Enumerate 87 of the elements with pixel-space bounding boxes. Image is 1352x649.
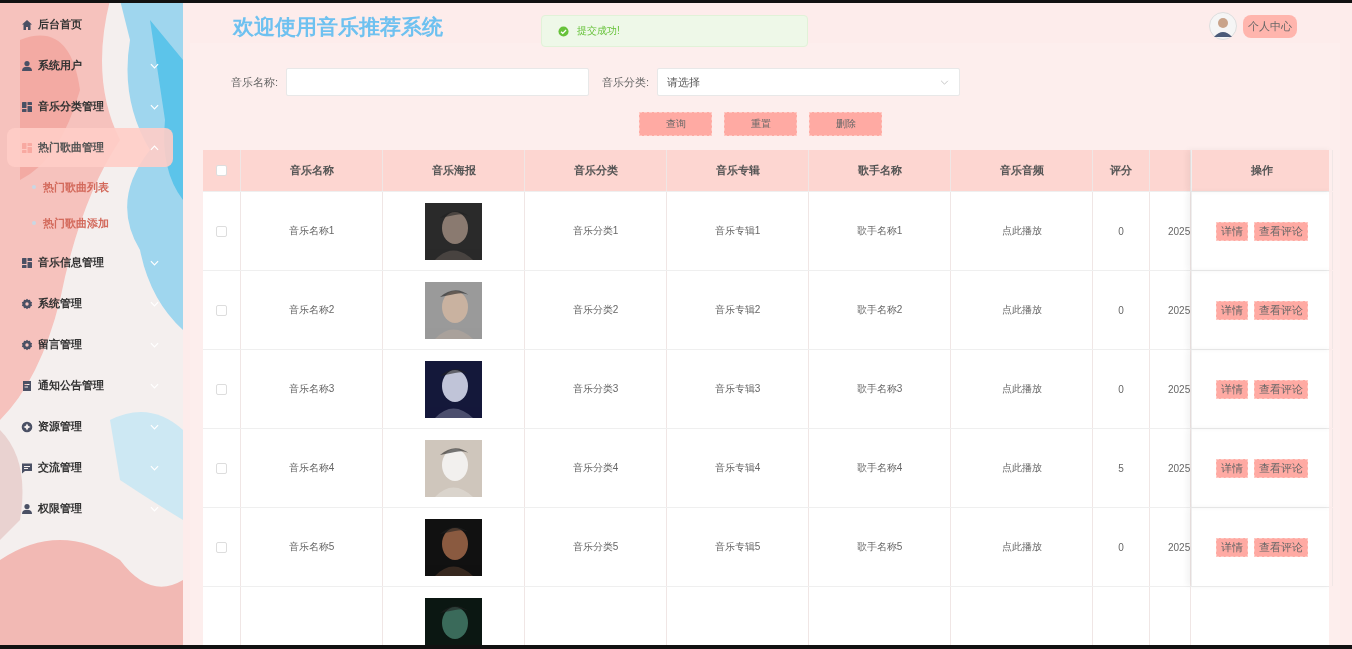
table-cell: 音乐分类3: [572, 382, 619, 396]
table-cell: 音乐专辑2: [714, 303, 761, 317]
sidebar-item[interactable]: 权限管理: [7, 489, 173, 528]
sidebar-item[interactable]: 系统用户: [7, 46, 173, 85]
table-cell: 0: [1118, 304, 1124, 316]
checkbox[interactable]: [216, 225, 227, 237]
sidebar-item[interactable]: 后台首页: [7, 5, 173, 44]
table-cell: 音乐名称2: [288, 303, 335, 317]
action-button[interactable]: 查询: [639, 112, 712, 136]
sidebar-item[interactable]: 交流管理: [7, 448, 173, 487]
grid-icon: [21, 256, 33, 269]
table-cell: 点此播放: [1001, 303, 1042, 317]
user-icon: [21, 502, 33, 515]
grid-icon: [21, 100, 33, 113]
sidebar-item[interactable]: 留言管理: [7, 325, 173, 364]
table-cell: 0: [1118, 383, 1124, 395]
table-cell: 音乐名称3: [288, 382, 335, 396]
checkbox[interactable]: [216, 462, 227, 474]
home-icon: [21, 18, 33, 31]
settings-icon: [21, 297, 33, 310]
table-cell: 5: [1118, 462, 1124, 474]
table-cell: 音乐分类1: [572, 224, 619, 238]
document-icon: [21, 379, 33, 392]
chevron-icon: [940, 79, 950, 85]
table-cell: 音乐专辑3: [714, 382, 761, 396]
table-cell: 0: [1118, 225, 1124, 237]
check-icon: [558, 25, 569, 37]
compass-icon: [21, 420, 33, 433]
table-cell: 歌手名称4: [856, 461, 903, 475]
table-cell: 音乐专辑1: [714, 224, 761, 238]
row-action-button[interactable]: 查看评论: [1254, 300, 1308, 320]
grid-icon: [21, 141, 33, 154]
row-action-button[interactable]: 详情: [1216, 537, 1248, 557]
checkbox[interactable]: [216, 383, 227, 395]
table-cell: 2025: [1168, 462, 1191, 474]
table-cell: 音乐专辑4: [714, 461, 761, 475]
profile-button[interactable]: 个人中心: [1243, 14, 1297, 38]
page-title: 欢迎使用音乐推荐系统: [233, 14, 443, 40]
avatar-icon: [1209, 12, 1237, 40]
table-cell: 音乐名称1: [288, 224, 335, 238]
user-icon: [21, 59, 33, 72]
table-cell: 2025: [1168, 383, 1191, 395]
table-cell: 点此播放: [1001, 461, 1042, 475]
row-action-button[interactable]: 详情: [1216, 379, 1248, 399]
table-cell: 音乐名称4: [288, 461, 335, 475]
checkbox[interactable]: [216, 165, 227, 176]
sidebar-item[interactable]: 热门歌曲管理: [7, 128, 173, 167]
sidebar-item[interactable]: 音乐分类管理: [7, 87, 173, 126]
table-cell: 2025: [1168, 541, 1191, 553]
field-label: 音乐名称:: [229, 74, 278, 90]
toast-message: 提交成功!: [577, 24, 620, 38]
action-button[interactable]: 重置: [724, 112, 797, 136]
submenu-item[interactable]: 热门歌曲列表: [0, 169, 183, 205]
row-action-button[interactable]: 详情: [1216, 221, 1248, 241]
checkbox[interactable]: [216, 541, 227, 553]
table-cell: 歌手名称3: [856, 382, 903, 396]
settings-icon: [21, 338, 33, 351]
row-action-button[interactable]: 查看评论: [1254, 537, 1308, 557]
sidebar-item[interactable]: 通知公告管理: [7, 366, 173, 405]
category-select[interactable]: 请选择: [657, 68, 961, 96]
table-cell: 音乐分类2: [572, 303, 619, 317]
chat-icon: [21, 461, 33, 474]
table-cell: 0: [1118, 541, 1124, 553]
row-action-button[interactable]: 查看评论: [1254, 379, 1308, 399]
table-cell: 音乐名称5: [288, 540, 335, 554]
sidebar-item[interactable]: 资源管理: [7, 407, 173, 446]
table-cell: 点此播放: [1001, 382, 1042, 396]
sidebar-item[interactable]: 音乐信息管理: [7, 243, 173, 282]
checkbox[interactable]: [216, 304, 227, 316]
table-cell: 音乐专辑5: [714, 540, 761, 554]
row-action-button[interactable]: 详情: [1216, 300, 1248, 320]
table-cell: 歌手名称1: [856, 224, 903, 238]
table-cell: 2025: [1168, 304, 1191, 316]
sidebar-item[interactable]: 系统管理: [7, 284, 173, 323]
table-cell: 点此播放: [1001, 540, 1042, 554]
row-action-button[interactable]: 查看评论: [1254, 221, 1308, 241]
row-action-button[interactable]: 查看评论: [1254, 458, 1308, 478]
table-cell: 音乐分类4: [572, 461, 619, 475]
table-cell: 2025: [1168, 225, 1191, 237]
table-cell: 歌手名称5: [856, 540, 903, 554]
table-cell: 歌手名称2: [856, 303, 903, 317]
submenu-item[interactable]: 热门歌曲添加: [0, 205, 183, 241]
action-button[interactable]: 删除: [809, 112, 882, 136]
table-cell: 音乐分类5: [572, 540, 619, 554]
field-label: 音乐分类:: [602, 74, 650, 90]
table-cell: 点此播放: [1001, 224, 1042, 238]
row-action-button[interactable]: 详情: [1216, 458, 1248, 478]
